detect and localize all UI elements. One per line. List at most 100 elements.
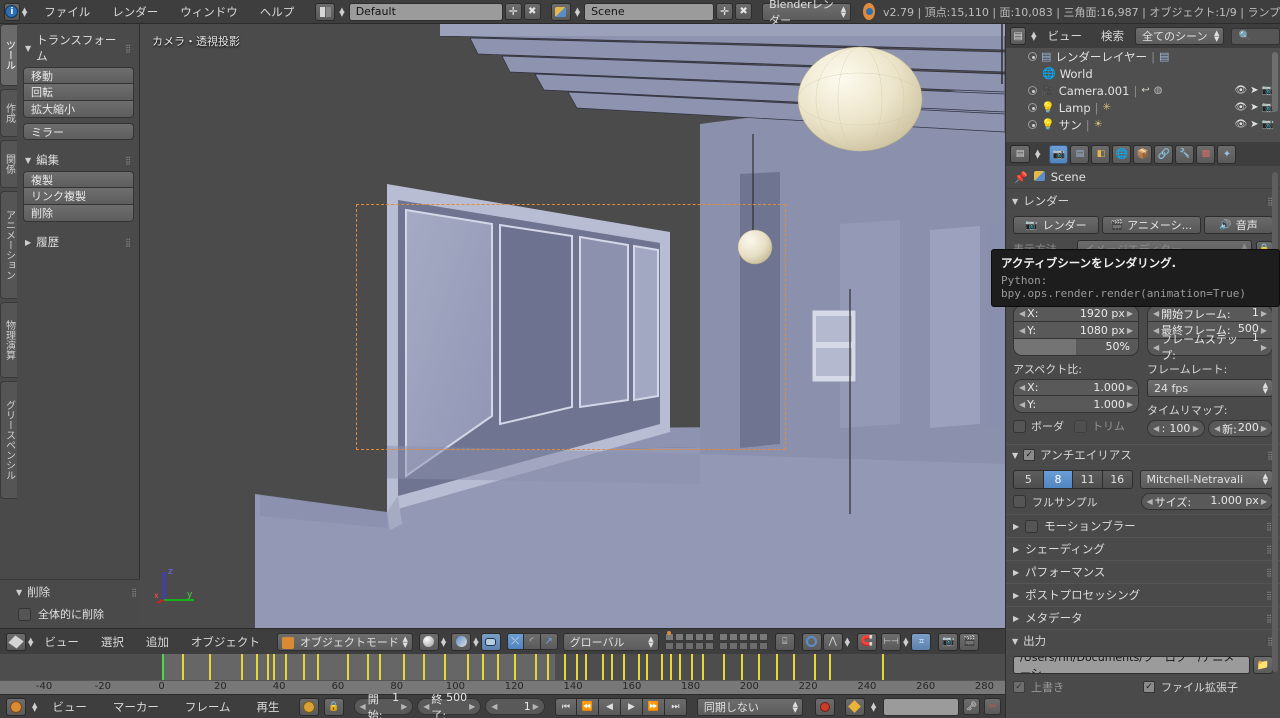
lock-icon[interactable]: 🔒 xyxy=(323,697,344,716)
pivot-spinner[interactable]: ▲ ▼ xyxy=(845,636,850,647)
full-sample-checkbox[interactable]: フルサンプル xyxy=(1013,494,1134,510)
insert-key-icon[interactable]: 🗝 xyxy=(962,698,980,715)
increment-arrow-icon[interactable]: ▶ xyxy=(1127,383,1133,392)
keyframe-marker[interactable] xyxy=(273,654,276,680)
keyframe-marker[interactable] xyxy=(646,654,649,680)
antialiasing-panel-header[interactable]: ▼ ✓ アンチエイリアス ⣿ xyxy=(1006,444,1280,466)
tool-tab-grease-pencil[interactable]: グリースペンシル xyxy=(0,381,17,499)
increment-arrow-icon[interactable]: ▶ xyxy=(1127,326,1133,335)
crop-checkbox[interactable]: トリム xyxy=(1074,418,1125,434)
keyframe-marker[interactable] xyxy=(740,654,743,680)
frame-start-input[interactable]: ◀ 開始: 1 ▶ xyxy=(353,691,414,718)
sync-mode-select[interactable]: 同期しない ▲ ▼ xyxy=(696,697,803,716)
keyframe-marker[interactable] xyxy=(443,654,446,680)
panel-motion-blur[interactable]: ▶ モーションブラー ⣿ xyxy=(1006,514,1280,537)
increment-arrow-icon[interactable]: ▶ xyxy=(1127,400,1133,409)
render-panel-header[interactable]: ▼ レンダー ⣿ xyxy=(1006,189,1280,212)
file-extensions-checkbox[interactable]: ✓ ファイル拡張子 xyxy=(1143,679,1273,695)
increment-arrow-icon[interactable]: ▶ xyxy=(1261,326,1267,335)
render-engine-select[interactable]: Blenderレンダー ▲ ▼ xyxy=(762,0,852,27)
properties-editor-icon[interactable]: ▤ xyxy=(1010,145,1030,163)
checkbox-icon[interactable] xyxy=(1025,519,1039,533)
outliner-menu-search[interactable]: 検索 xyxy=(1093,28,1132,44)
blender-logo-icon[interactable]: i xyxy=(4,2,20,21)
preview-spinner[interactable]: ▲ ▼ xyxy=(473,636,478,647)
keyframe-marker[interactable] xyxy=(534,654,537,680)
keyframe-marker[interactable] xyxy=(255,654,258,680)
border-checkbox[interactable]: ボーダ xyxy=(1013,418,1064,434)
keyframe-marker[interactable] xyxy=(670,654,672,680)
increment-arrow-icon[interactable]: ▶ xyxy=(401,702,407,711)
increment-arrow-icon[interactable]: ▶ xyxy=(1127,309,1133,318)
editor-type-3dview-icon[interactable] xyxy=(6,632,26,651)
file-browse-icon[interactable]: 📁 xyxy=(1253,656,1273,674)
panel-metadata[interactable]: ▶ メタデータ ⣿ xyxy=(1006,606,1280,629)
scene-name[interactable]: Scene xyxy=(584,2,715,21)
pin-icon[interactable]: 📌 xyxy=(1014,171,1028,184)
outliner-row-renderlayers[interactable]: ▤ レンダーレイヤー | ▤ xyxy=(1006,48,1280,65)
keyframe-marker[interactable] xyxy=(182,654,185,680)
edit-section-header[interactable]: ▼ 編集 ⣿ xyxy=(23,148,134,171)
keyframe-marker[interactable] xyxy=(285,654,288,680)
rotate-manip-icon[interactable]: ◜ xyxy=(523,633,541,650)
shading-spinner[interactable]: ▲ ▼ xyxy=(441,636,446,647)
editor-type-spinner[interactable]: ▲ ▼ xyxy=(22,6,27,17)
eye-icon[interactable]: 👁 xyxy=(1234,102,1247,113)
aa-filter-select[interactable]: Mitchell-Netravali ▲ ▼ xyxy=(1139,470,1273,489)
render-still-button[interactable]: 📷 レンダー xyxy=(1013,216,1099,234)
cursor-arrow-icon[interactable]: ➤ xyxy=(1250,119,1258,130)
playhead-marker[interactable] xyxy=(161,654,164,680)
render-this-view-icon[interactable]: 📷 xyxy=(938,632,959,651)
cursor-arrow-icon[interactable]: ➤ xyxy=(1250,102,1258,113)
outliner-icon[interactable]: ▤ xyxy=(1010,27,1027,45)
expand-toggle-icon[interactable] xyxy=(1028,52,1037,61)
timeline-icon[interactable] xyxy=(6,697,26,716)
keyframe-marker[interactable] xyxy=(575,654,578,680)
play-reverse-icon[interactable]: ◀ xyxy=(598,697,621,716)
keyframe-marker[interactable] xyxy=(514,654,517,680)
tool-tab-animation[interactable]: アニメーション xyxy=(0,191,17,299)
keyframe-marker[interactable] xyxy=(637,654,640,680)
tool-mirror-button[interactable]: ミラー xyxy=(23,123,134,140)
texture-solid-icon[interactable] xyxy=(480,632,501,651)
scene-icon[interactable] xyxy=(550,2,571,21)
tool-delete-button[interactable]: 削除 xyxy=(23,205,134,222)
transform-orientation-select[interactable]: グローバル ▲ ▼ xyxy=(562,632,659,651)
outliner-row-sun[interactable]: 💡 サン | ☀ 👁 ➤ 📷 xyxy=(1006,116,1280,133)
keyframe-marker[interactable] xyxy=(611,654,614,680)
remove-screen-layout-button[interactable]: ✖ xyxy=(523,3,541,20)
tab-particles[interactable]: ✦ xyxy=(1217,144,1237,164)
history-section-header[interactable]: ▶ 履歴 ⣿ xyxy=(23,230,134,253)
keyframe-marker[interactable] xyxy=(240,654,243,680)
properties-scrollbar[interactable] xyxy=(1272,172,1278,672)
timeline-ruler[interactable]: -40 -20 0 20 40 60 80 100 120 140 160 180 200 220 240 2… xyxy=(0,680,1005,694)
keyframe-marker[interactable] xyxy=(678,654,681,680)
pivot-point-icon[interactable] xyxy=(801,632,822,651)
editor-type-spinner[interactable]: ▲ ▼ xyxy=(1035,149,1040,160)
outliner-row-camera[interactable]: 🎥 Camera.001 | ↩ ◍ 👁 ➤ 📷 xyxy=(1006,82,1280,99)
editor-type-spinner[interactable]: ▲ ▼ xyxy=(32,701,37,712)
lock-camera-icon[interactable]: ⌸ xyxy=(774,632,795,651)
add-screen-layout-button[interactable]: ✛ xyxy=(504,3,522,20)
timeremap-old-field[interactable]: ◀ : 100 ▶ xyxy=(1147,420,1205,437)
editor-type-spinner[interactable]: ▲ ▼ xyxy=(1031,31,1036,42)
screen-layout-name[interactable]: Default xyxy=(348,2,503,21)
expand-toggle-icon[interactable] xyxy=(1028,103,1037,112)
tool-tab-create[interactable]: 作成 xyxy=(0,89,17,137)
keyframe-marker[interactable] xyxy=(702,654,705,680)
snap-target-icon[interactable]: ⊢⊣ xyxy=(881,632,902,651)
keyframe-marker[interactable] xyxy=(564,654,567,680)
keyframe-marker[interactable] xyxy=(208,654,211,680)
outliner-display-mode[interactable]: 全てのシーン ▲ ▼ xyxy=(1135,27,1225,45)
keyframe-marker[interactable] xyxy=(402,654,405,680)
frame-end-input[interactable]: ◀ 終了: 500 ▶ xyxy=(417,691,482,718)
resolution-y-field[interactable]: ◀ Y: 1080 px ▶ xyxy=(1013,322,1139,339)
keyframe-marker[interactable] xyxy=(267,654,270,680)
aa-size-field[interactable]: ◀ サイズ: 1.000 px ▶ xyxy=(1140,493,1273,510)
keyframe-marker[interactable] xyxy=(584,654,587,680)
tab-modifiers[interactable]: 🔧 xyxy=(1175,144,1195,164)
add-scene-button[interactable]: ✛ xyxy=(716,3,734,20)
output-panel-header[interactable]: ▼ 出力 ⣿ xyxy=(1006,629,1280,652)
snap-spinner[interactable]: ▲ ▼ xyxy=(903,636,908,647)
keyframe-marker[interactable] xyxy=(661,654,664,680)
